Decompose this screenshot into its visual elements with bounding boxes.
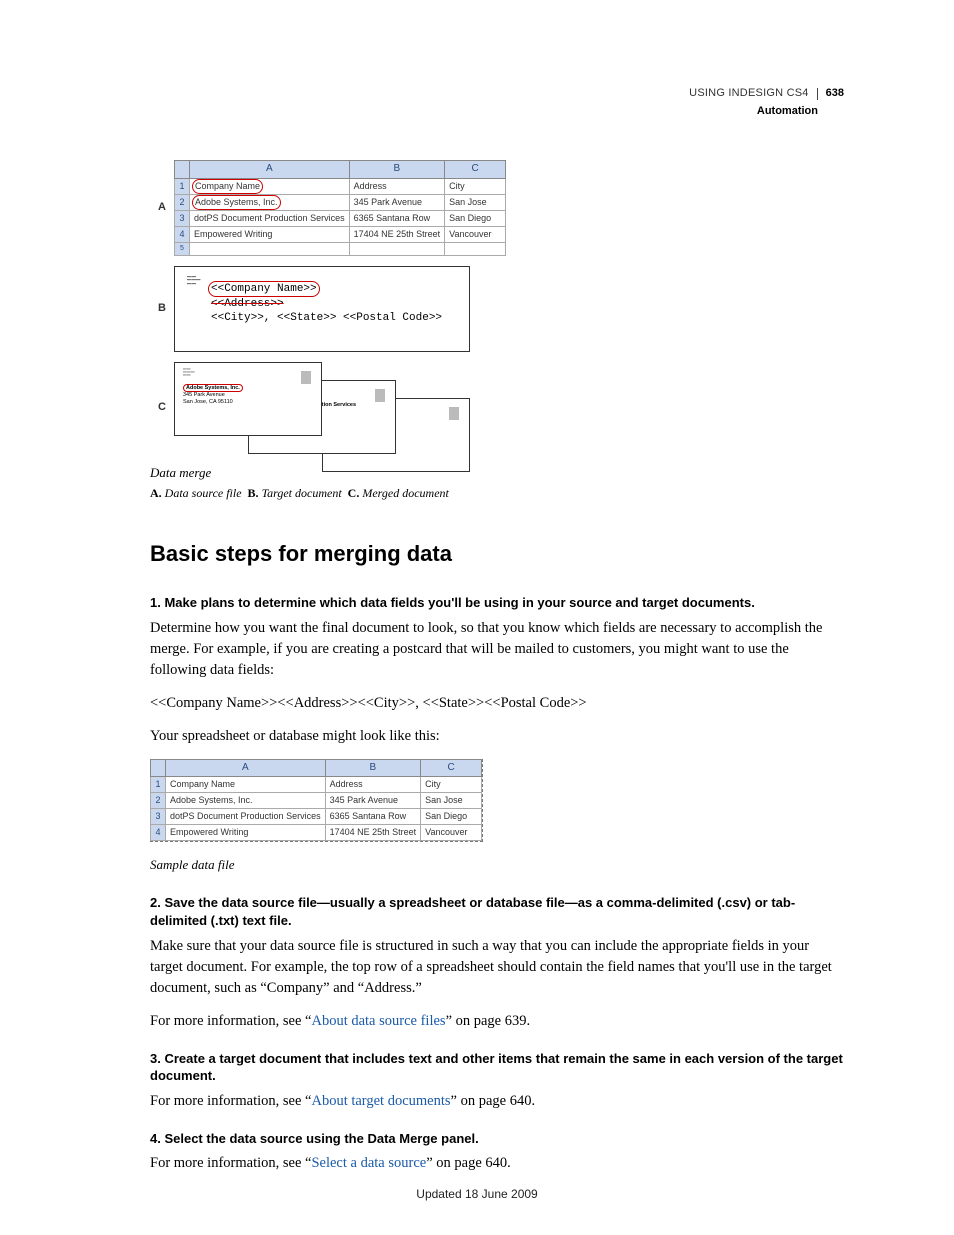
- table-row: 1Company NameAddressCity: [175, 178, 506, 194]
- section-heading: Basic steps for merging data: [150, 538, 844, 570]
- step4-heading: 4. Select the data source using the Data…: [150, 1130, 844, 1148]
- step2-body-2: For more information, see “About data so…: [150, 1011, 844, 1032]
- document-page: USING INDESIGN CS4 638 Automation A ABC …: [0, 0, 954, 1235]
- step2-heading: 2. Save the data source file—usually a s…: [150, 894, 844, 929]
- link-select-a-data-source[interactable]: Select a data source: [311, 1155, 426, 1171]
- section-name: Automation: [689, 104, 818, 120]
- table-row: 2Adobe Systems, Inc.345 Park AvenueSan J…: [175, 194, 506, 210]
- header-separator: [817, 88, 818, 100]
- link-about-data-source-files[interactable]: About data source files: [311, 1013, 445, 1029]
- placeholder-address: <<Address>>: [211, 298, 284, 310]
- figure-c-merged-stack: ━━━━━━━Adobe Systems, Inc.345 Park Avenu…: [174, 362, 470, 454]
- figure-label-b: B: [150, 301, 174, 317]
- step4-body-1: For more information, see “Select a data…: [150, 1153, 844, 1174]
- step1-body-2: Your spreadsheet or database might look …: [150, 726, 844, 747]
- step1-fields-line: <<Company Name>><<Address>><<City>>, <<S…: [150, 693, 844, 714]
- page-footer: Updated 18 June 2009: [0, 1186, 954, 1203]
- running-header: USING INDESIGN CS4 638 Automation: [689, 86, 844, 120]
- sample-caption: Sample data file: [150, 856, 844, 875]
- step2-body-1: Make sure that your data source file is …: [150, 936, 844, 999]
- figure-a-spreadsheet: ABC 1Company NameAddressCity2Adobe Syste…: [174, 160, 506, 256]
- merged-card: ━━━━━━━Adobe Systems, Inc.345 Park Avenu…: [174, 362, 322, 436]
- figure-caption: Data merge: [150, 464, 844, 483]
- step1-body-1: Determine how you want the final documen…: [150, 618, 844, 681]
- step3-heading: 3. Create a target document that include…: [150, 1050, 844, 1085]
- sample-spreadsheet-block: ABC 1Company NameAddressCity2Adobe Syste…: [150, 759, 844, 850]
- table-row: 4Empowered Writing17404 NE 25th StreetVa…: [175, 226, 506, 242]
- table-row: 1Company NameAddressCity: [151, 777, 482, 793]
- placeholder-city-state-postal: <<City>>, <<State>> <<Postal Code>>: [211, 311, 451, 325]
- figure-b-target-document: ━━━━━━━ <<Company Name>> <<Address>> <<C…: [174, 266, 470, 352]
- link-about-target-documents[interactable]: About target documents: [311, 1093, 450, 1109]
- table-row: 2Adobe Systems, Inc.345 Park AvenueSan J…: [151, 793, 482, 809]
- placeholder-company-name: <<Company Name>>: [208, 281, 320, 297]
- table-row: 4Empowered Writing17404 NE 25th StreetVa…: [151, 825, 482, 841]
- step1-heading: 1. Make plans to determine which data fi…: [150, 594, 844, 612]
- figure-label-a: A: [150, 200, 174, 216]
- table-row: 3dotPS Document Production Services6365 …: [151, 809, 482, 825]
- page-number: 638: [826, 86, 844, 102]
- step3-body-1: For more information, see “About target …: [150, 1091, 844, 1112]
- table-row: 3dotPS Document Production Services6365 …: [175, 210, 506, 226]
- doc-title: USING INDESIGN CS4: [689, 86, 808, 102]
- figure-label-c: C: [150, 400, 174, 416]
- figure-caption-key: A. Data source file B. Target document C…: [150, 485, 844, 502]
